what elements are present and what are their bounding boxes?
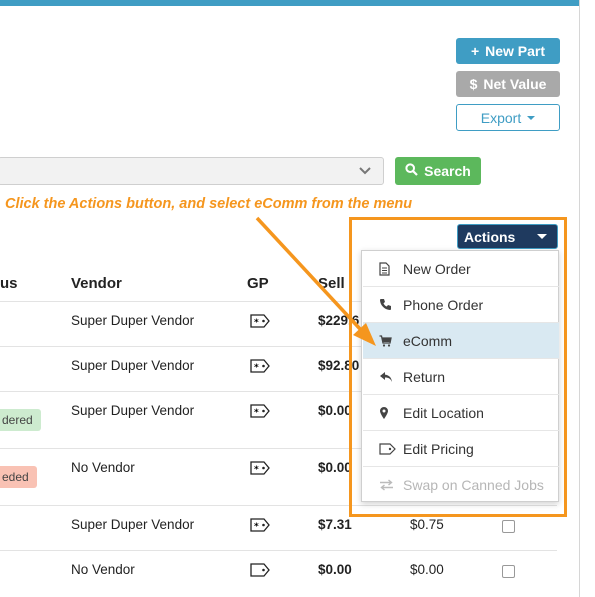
top-accent-bar [0, 0, 580, 6]
price-tag-icon[interactable]: * [250, 404, 270, 418]
price-tag-icon[interactable]: * [250, 359, 270, 373]
net-value-label: Net Value [483, 76, 547, 92]
export-label: Export [480, 109, 522, 126]
sell-cell: $0.00 [318, 562, 352, 577]
status-badge: dered [0, 409, 41, 431]
vendor-cell: No Vendor [71, 460, 135, 475]
reply-icon [379, 371, 401, 383]
actions-menu: New Order Phone Order eComm Return Edit … [361, 250, 559, 502]
dollar-icon: $ [469, 76, 478, 92]
column-header-gp: GP [247, 275, 269, 292]
price-tag-icon [379, 442, 401, 455]
tutorial-annotation: Click the Actions button, and select eCo… [5, 196, 413, 212]
status-badge: eded [0, 466, 37, 488]
actions-button[interactable]: Actions [457, 224, 558, 249]
menu-item-label: Return [403, 368, 446, 385]
vendor-cell: Super Duper Vendor [71, 517, 195, 532]
search-icon [405, 163, 418, 179]
sell-cell: $0.00 [318, 403, 352, 418]
menu-item-new-order[interactable]: New Order [363, 251, 559, 287]
svg-text:*: * [254, 318, 259, 328]
phone-icon [379, 298, 401, 311]
vendor-cell: No Vendor [71, 562, 135, 577]
exchange-icon [379, 479, 401, 491]
menu-item-return[interactable]: Return [363, 359, 559, 395]
price-tag-icon[interactable]: * [250, 518, 270, 532]
sell-cell: $7.31 [318, 517, 352, 532]
caret-down-icon [527, 115, 536, 120]
menu-item-phone-order[interactable]: Phone Order [363, 287, 559, 323]
price-tag-icon[interactable]: * [250, 461, 270, 475]
vendor-cell: Super Duper Vendor [71, 403, 195, 418]
caret-down-icon [537, 234, 547, 239]
row-checkbox[interactable] [502, 565, 515, 578]
menu-item-label: Edit Location [403, 404, 484, 421]
row-divider [0, 550, 557, 551]
chevron-down-icon [359, 164, 371, 178]
svg-text:*: * [254, 465, 259, 475]
column-header-vendor: Vendor [71, 275, 122, 292]
menu-item-edit-location[interactable]: Edit Location [363, 395, 559, 431]
menu-item-label: Phone Order [403, 296, 484, 313]
column-header-sell: Sell [318, 275, 345, 292]
menu-item-label: Swap on Canned Jobs [403, 477, 544, 493]
row-checkbox[interactable] [502, 520, 515, 533]
search-label: Search [424, 163, 471, 179]
menu-item-label: eComm [403, 332, 453, 349]
net-value-button[interactable]: $ Net Value [456, 71, 560, 97]
value-cell: $0.75 [410, 517, 444, 532]
plus-icon: + [470, 43, 480, 59]
vendor-cell: Super Duper Vendor [71, 358, 195, 373]
actions-label: Actions [464, 228, 516, 245]
map-marker-icon [379, 406, 401, 420]
panel-edge [579, 0, 580, 597]
svg-text:*: * [254, 408, 259, 418]
sell-cell: $0.00 [318, 460, 352, 475]
search-button[interactable]: Search [395, 157, 481, 185]
menu-item-label: Edit Pricing [403, 440, 474, 457]
document-icon [379, 261, 401, 276]
export-button[interactable]: Export [456, 104, 560, 131]
menu-item-label: New Order [403, 260, 471, 277]
svg-text:*: * [254, 522, 259, 532]
vendor-cell: Super Duper Vendor [71, 313, 195, 328]
cart-icon [379, 334, 401, 347]
menu-item-ecomm[interactable]: eComm [363, 323, 559, 359]
value-cell: $0.00 [410, 562, 444, 577]
menu-item-swap-canned-jobs[interactable]: Swap on Canned Jobs [363, 467, 559, 503]
column-header-status: us [0, 275, 18, 292]
filter-select[interactable] [0, 157, 384, 185]
menu-item-edit-pricing[interactable]: Edit Pricing [363, 431, 559, 467]
price-tag-outline-icon[interactable] [250, 563, 270, 577]
new-part-label: New Part [485, 43, 546, 59]
price-tag-icon[interactable]: * [250, 314, 270, 328]
new-part-button[interactable]: + New Part [456, 38, 560, 64]
svg-text:*: * [254, 363, 259, 373]
